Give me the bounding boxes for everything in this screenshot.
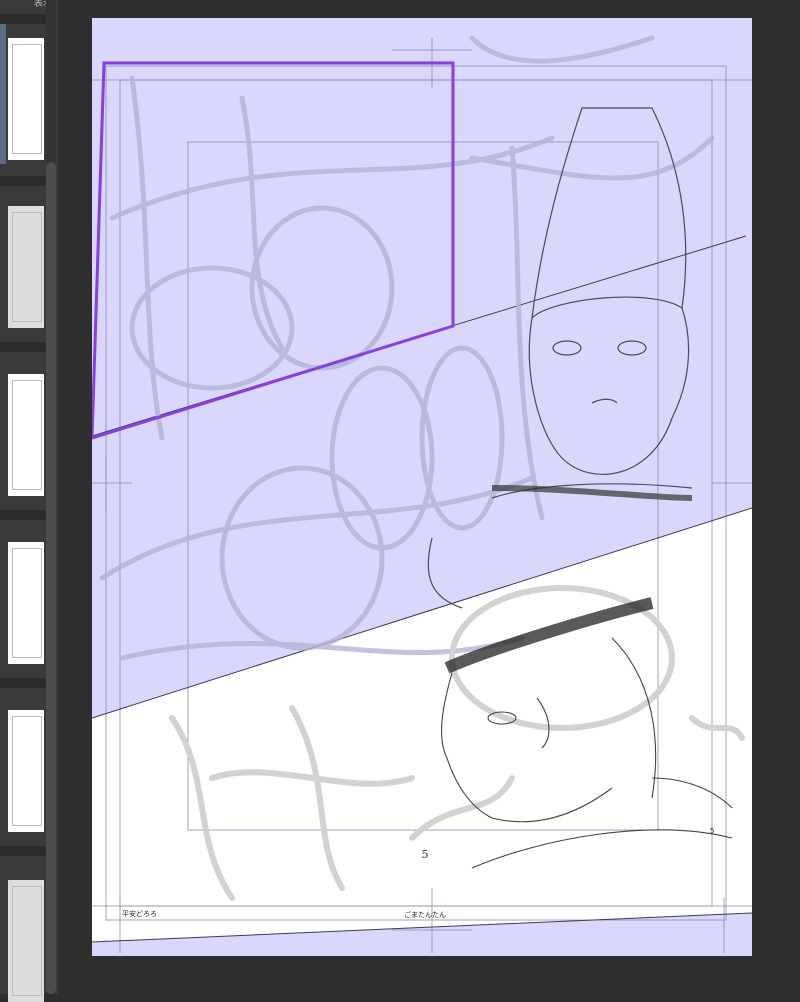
divider [0, 14, 46, 24]
divider [0, 510, 46, 520]
selected-page-indicator[interactable] [0, 24, 6, 164]
footer-title: 平安どろろ [122, 909, 157, 918]
page-number-side: 5 [710, 827, 714, 835]
footer-author: ごまたんたん [404, 910, 446, 919]
page-thumbnail[interactable] [8, 880, 44, 1002]
divider [0, 678, 46, 688]
page-thumbnail[interactable] [8, 542, 44, 664]
page-number: 5 [422, 848, 429, 861]
scrollbar-thumb[interactable] [46, 162, 56, 994]
page-thumbnail[interactable] [8, 38, 44, 160]
page-thumbnail[interactable] [8, 710, 44, 832]
page-thumbnail[interactable] [8, 374, 44, 496]
drawing-canvas[interactable]: 5 5 平安どろろ ごまたんたん [92, 18, 752, 956]
divider [0, 176, 46, 186]
divider [0, 846, 46, 856]
divider [0, 342, 46, 352]
page-thumbnail[interactable] [8, 206, 44, 328]
